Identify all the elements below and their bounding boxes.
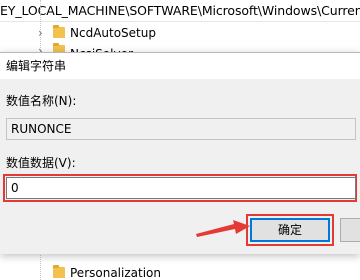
chevron-right-icon[interactable]: ›: [38, 40, 48, 52]
tree-item[interactable]: › NcsiSolver: [0, 40, 360, 52]
tree-item[interactable]: Personalization: [0, 262, 360, 280]
registry-path-bar[interactable]: EY_LOCAL_MACHINE\SOFTWARE\Microsoft\Wind…: [0, 0, 360, 22]
dialog-title: 编辑字符串: [6, 59, 67, 73]
tree-item-label: Personalization: [70, 266, 161, 280]
value-name-field[interactable]: RUNONCE: [6, 118, 356, 140]
dialog-titlebar[interactable]: 编辑字符串: [0, 53, 360, 79]
folder-icon: [53, 43, 65, 52]
value-data-label: 数值数据(V):: [6, 156, 76, 170]
cancel-button[interactable]: [340, 218, 360, 242]
value-name-label: 数值名称(N):: [6, 94, 77, 108]
folder-icon: [53, 265, 65, 278]
ok-button[interactable]: 确定: [250, 218, 330, 242]
folder-icon: [53, 25, 65, 38]
pointer-arrow-icon: [196, 220, 250, 237]
tree-item-label: NcsiSolver: [70, 43, 133, 52]
value-data-input[interactable]: 0: [6, 177, 356, 199]
